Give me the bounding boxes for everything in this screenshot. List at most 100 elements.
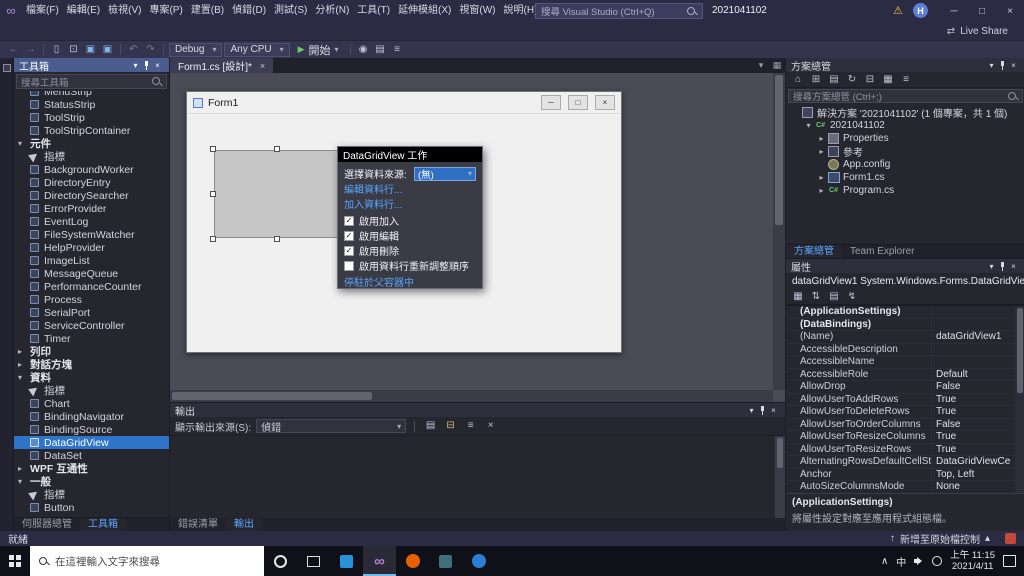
taskbar-app-visual-studio[interactable]: ∞	[363, 546, 396, 576]
tab-item-0[interactable]: 方案總管	[786, 245, 842, 258]
menu-e[interactable]: 編輯(E)	[63, 0, 104, 22]
output-vertical-scrollbar[interactable]	[775, 436, 785, 518]
close-button[interactable]: ×	[996, 0, 1024, 22]
datagridview-surface[interactable]	[214, 150, 340, 238]
toolbox-item-item-31[interactable]: 指標	[14, 488, 169, 501]
scrollbar-thumb[interactable]	[172, 392, 372, 400]
taskbar-app-vscode[interactable]	[330, 546, 363, 576]
navigate-forward-icon[interactable]: →	[23, 41, 38, 59]
configuration-dropdown[interactable]: Debug ▾	[169, 42, 223, 57]
scrollbar-thumb[interactable]	[1017, 308, 1023, 393]
word-wrap-icon[interactable]: ≡	[463, 417, 478, 435]
float-window-icon[interactable]: ▦	[769, 58, 785, 73]
toolbox-item-backgroundworker[interactable]: BackgroundWorker	[14, 163, 169, 176]
tree-item-item-3[interactable]: ▸ 參考	[786, 145, 1024, 158]
alphabetical-icon[interactable]: ⇅	[810, 289, 822, 305]
datagridview-control[interactable]	[210, 146, 344, 242]
forms-designer-surface[interactable]: Form1 ─ □ × DataGridView 工作 選擇資料來源: (無) …	[170, 73, 785, 402]
smart-option-item-0[interactable]: ✓ 啟用加入	[344, 213, 476, 228]
toolbox-item-wpf[interactable]: ▸ WPF 互通性	[14, 462, 169, 475]
dock-in-parent-link[interactable]: 停駐於父容器中	[344, 276, 476, 291]
close-icon[interactable]: ×	[151, 61, 164, 70]
new-file-icon[interactable]: ▯	[49, 41, 64, 59]
designer-vertical-scrollbar[interactable]	[773, 73, 785, 390]
toolbox-item-bindingnavigator[interactable]: BindingNavigator	[14, 410, 169, 423]
property-row-accessiblename[interactable]: AccessibleName	[786, 356, 1024, 369]
selected-object-dropdown[interactable]: dataGridView1 System.Windows.Forms.DataG…	[786, 273, 1024, 289]
smart-link-item-1[interactable]: 加入資料行...	[344, 198, 476, 213]
properties-scrollbar[interactable]	[1015, 306, 1024, 493]
toolbox-search-input[interactable]: 搜尋工具箱	[16, 74, 167, 89]
toolbox-item-process[interactable]: Process	[14, 293, 169, 306]
property-row-anchor[interactable]: Anchor Top, Left	[786, 468, 1024, 481]
toolbox-item-item-21[interactable]: ▸ 對話方塊	[14, 358, 169, 371]
toolbox-item-item-20[interactable]: ▸ 列印	[14, 345, 169, 358]
tab-item-0[interactable]: 錯誤清單	[170, 518, 226, 531]
output-source-dropdown[interactable]: 偵錯 ▾	[256, 419, 407, 434]
menu-f[interactable]: 檔案(F)	[22, 0, 63, 22]
toolbox-item-messagequeue[interactable]: MessageQueue	[14, 267, 169, 280]
scrollbar-thumb[interactable]	[775, 75, 783, 225]
resize-handle[interactable]	[210, 191, 216, 197]
properties-view-icon[interactable]: ▤	[828, 289, 840, 305]
toolbox-item-statusstrip[interactable]: StatusStrip	[14, 98, 169, 111]
user-avatar[interactable]: H	[913, 3, 928, 18]
taskbar-search-input[interactable]: 在這裡輸入文字來搜尋	[30, 546, 264, 576]
property-row-allowdrop[interactable]: AllowDrop False	[786, 381, 1024, 394]
properties-shortcut-icon[interactable]: ≡	[900, 72, 912, 88]
find-message-icon[interactable]: ▤	[423, 417, 438, 435]
speaker-icon[interactable]	[914, 556, 924, 566]
window-position-icon[interactable]: ▾	[985, 262, 998, 271]
tree-item-program-cs[interactable]: ▸ C# Program.cs	[786, 184, 1024, 197]
menu-w[interactable]: 視窗(W)	[455, 0, 499, 22]
checkbox-icon[interactable]	[344, 260, 354, 271]
property-row-databindings[interactable]: (DataBindings)	[786, 318, 1024, 331]
property-row-name[interactable]: (Name) dataGridView1	[786, 331, 1024, 344]
data-source-dropdown[interactable]: (無) ▾	[414, 166, 476, 181]
start-debugging-button[interactable]: ▶ 開始 ▾	[292, 41, 345, 59]
designer-horizontal-scrollbar[interactable]	[170, 390, 773, 402]
tree-item-2021041102-1-1[interactable]: 解決方案 '2021041102' (1 個專案，共 1 個)	[786, 106, 1024, 119]
window-position-icon[interactable]: ▾	[985, 61, 998, 70]
tree-arrow-icon[interactable]: ▸	[816, 173, 827, 182]
close-icon[interactable]: ×	[767, 406, 780, 415]
property-row-allowusertodeleterows[interactable]: AllowUserToDeleteRows True	[786, 406, 1024, 419]
toolbox-item-helpprovider[interactable]: HelpProvider	[14, 241, 169, 254]
pin-icon[interactable]	[998, 261, 1007, 272]
tab-item-0[interactable]: 伺服器總管	[14, 518, 80, 531]
toolbox-item-item-22[interactable]: ▾ 資料	[14, 371, 169, 384]
tree-arrow-icon[interactable]: ▸	[816, 186, 827, 195]
quick-search-box[interactable]: 搜尋 Visual Studio (Ctrl+Q)	[535, 3, 703, 19]
taskbar-app-snipping-tool[interactable]	[429, 546, 462, 576]
toolbox-item-directorysearcher[interactable]: DirectorySearcher	[14, 189, 169, 202]
tree-item-properties[interactable]: ▸ Properties	[786, 132, 1024, 145]
attach-icon[interactable]: ◉	[356, 41, 371, 59]
tree-item-2021041102[interactable]: ▾ C# 2021041102	[786, 119, 1024, 132]
pin-icon[interactable]	[998, 60, 1007, 71]
toolbox-item-errorprovider[interactable]: ErrorProvider	[14, 202, 169, 215]
property-row-allowusertoresizecolumns[interactable]: AllowUserToResizeColumns True	[786, 431, 1024, 444]
property-row-accessibledescription[interactable]: AccessibleDescription	[786, 343, 1024, 356]
add-to-source-control-button[interactable]: 新增至原始檔控制	[900, 531, 980, 546]
toolbox-item-item-4[interactable]: ▾ 元件	[14, 137, 169, 150]
smart-option-item-1[interactable]: ✓ 啟用編輯	[344, 228, 476, 243]
toolbox-item-filesystemwatcher[interactable]: FileSystemWatcher	[14, 228, 169, 241]
menu-v[interactable]: 檢視(V)	[104, 0, 145, 22]
menu-t[interactable]: 工具(T)	[353, 0, 394, 22]
menu-n[interactable]: 分析(N)	[311, 0, 353, 22]
categorized-icon[interactable]: ▦	[792, 289, 804, 305]
property-row-allowusertoresizerows[interactable]: AllowUserToResizeRows True	[786, 443, 1024, 456]
solution-search-input[interactable]: 搜尋方案總管 (Ctrl+;)	[788, 89, 1023, 103]
toolbox-item-eventlog[interactable]: EventLog	[14, 215, 169, 228]
toolbox-item-toolstripcontainer[interactable]: ToolStripContainer	[14, 124, 169, 137]
action-center-icon[interactable]	[1003, 555, 1016, 567]
tree-arrow-icon[interactable]: ▸	[816, 134, 827, 143]
solution-explorer-header[interactable]: 方案總管 ▾ ×	[786, 58, 1024, 73]
redo-icon[interactable]: ↷	[143, 41, 158, 59]
smart-option-item-2[interactable]: ✓ 啟用刪除	[344, 243, 476, 258]
refresh-icon[interactable]: ↻	[846, 72, 858, 88]
toolbox-item-bindingsource[interactable]: BindingSource	[14, 423, 169, 436]
menu-s[interactable]: 測試(S)	[270, 0, 311, 22]
warning-icon[interactable]: ⚠	[893, 0, 903, 22]
toolbox-item-button[interactable]: Button	[14, 501, 169, 514]
